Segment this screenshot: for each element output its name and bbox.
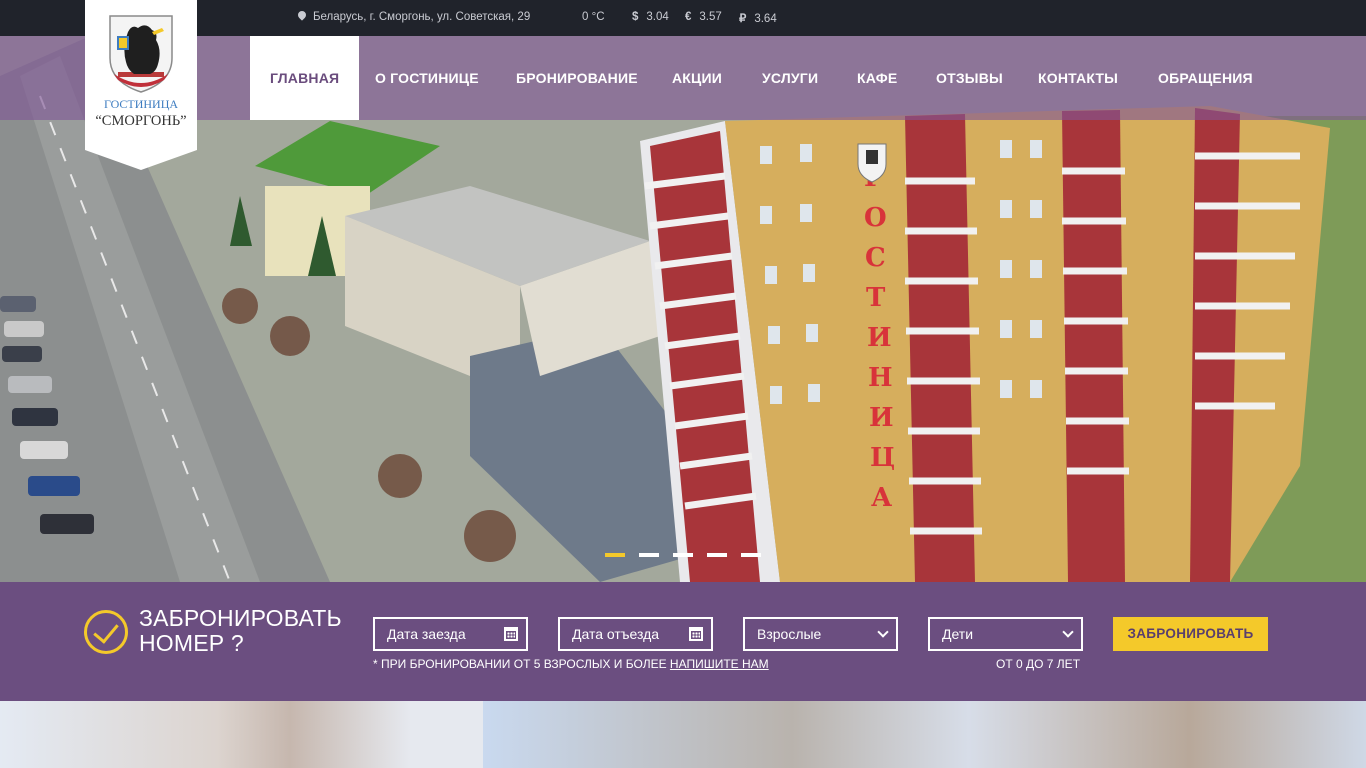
hotel-sign-letter: И [869,403,894,433]
checkmark-circle-icon [84,610,128,654]
checkin-date-field[interactable]: Дата заезда [373,617,528,651]
booking-title-line-1: ЗАБРОНИРОВАТЬ [139,605,342,631]
children-select-value: Дети [942,626,974,642]
hotel-sign-letter: С [865,243,886,273]
adults-select[interactable]: Взрослые [743,617,898,651]
nav-item-booking[interactable]: БРОНИРОВАНИЕ [516,36,638,120]
nav-item-about[interactable]: О ГОСТИНИЦЕ [375,36,479,120]
group-booking-note-text: * ПРИ БРОНИРОВАНИИ ОТ 5 ВЗРОСЛЫХ И БОЛЕЕ [373,657,670,671]
currency-eur: €3.57 [685,11,722,23]
group-booking-note: * ПРИ БРОНИРОВАНИИ ОТ 5 ВЗРОСЛЫХ И БОЛЕЕ… [373,657,769,671]
chevron-down-icon [1062,626,1074,638]
nav-item-requests[interactable]: ОБРАЩЕНИЯ [1158,36,1253,120]
main-nav: ГЛАВНАЯ О ГОСТИНИЦЕ БРОНИРОВАНИЕ АКЦИИ У… [0,36,1366,120]
children-select[interactable]: Дети [928,617,1083,651]
slider-dot-2[interactable] [639,553,659,557]
hotel-sign-letter: И [867,323,892,353]
slider-dot-4[interactable] [707,553,727,557]
top-info-bar: Беларусь, г. Сморгонь, ул. Советская, 29… [0,0,1366,36]
calendar-icon[interactable] [504,627,518,641]
nav-item-offers[interactable]: АКЦИИ [672,36,722,120]
logo-line-1: ГОСТИНИЦА [103,97,179,111]
ruble-icon: ₽ [739,13,747,25]
checkout-placeholder: Дата отъезда [572,626,660,642]
currency-usd: $3.04 [632,11,669,23]
nav-item-contacts[interactable]: КОНТАКТЫ [1038,36,1118,120]
dollar-icon: $ [632,11,639,23]
rub-rate: 3.64 [754,13,777,25]
address: Беларусь, г. Сморгонь, ул. Советская, 29 [296,9,531,23]
hotel-sign-letter: Ц [870,443,895,473]
hotel-sign-letter: А [871,483,892,513]
booking-title-line-2: НОМЕР ? [139,630,244,656]
slider-dot-5[interactable] [741,553,761,557]
checkout-date-field[interactable]: Дата отъезда [558,617,713,651]
checkin-placeholder: Дата заезда [387,626,466,642]
coat-of-arms-icon [109,15,173,93]
preview-image-1[interactable] [0,701,483,768]
hotel-sign-letter: Н [868,363,893,393]
eur-rate: 3.57 [699,11,722,23]
slider-dot-1[interactable] [605,553,625,557]
map-pin-icon [296,9,308,21]
site-logo[interactable]: ГОСТИНИЦА “СМОРГОНЬ” [85,0,197,170]
book-button[interactable]: ЗАБРОНИРОВАТЬ [1113,617,1268,651]
nav-item-home[interactable]: ГЛАВНАЯ [250,36,360,120]
preview-image-2[interactable] [483,701,1366,768]
calendar-icon[interactable] [689,627,703,641]
address-text: Беларусь, г. Сморгонь, ул. Советская, 29 [313,11,531,23]
booking-panel: ЗАБРОНИРОВАТЬ НОМЕР ? Дата заезда Дата о… [0,582,1366,701]
usd-rate: 3.04 [646,11,669,23]
booking-title: ЗАБРОНИРОВАТЬ НОМЕР ? [139,606,342,656]
hotel-sign-letter: О [864,203,887,233]
logo-line-2: “СМОРГОНЬ” [95,113,187,129]
euro-icon: € [685,11,692,23]
currency-rub: ₽3.64 [739,11,777,25]
nav-item-cafe[interactable]: КАФЕ [857,36,897,120]
adults-select-value: Взрослые [757,626,822,642]
hotel-sign-letter: Т [866,283,886,313]
slider-dot-3[interactable] [673,553,693,557]
nav-item-reviews[interactable]: ОТЗЫВЫ [936,36,1003,120]
chevron-down-icon [877,626,889,638]
contact-us-link[interactable]: НАПИШИТЕ НАМ [670,657,769,671]
page: Г О С Т И Н И Ц А Беларусь, г. Сморгонь,… [0,0,1366,768]
nav-item-services[interactable]: УСЛУГИ [762,36,818,120]
temperature: 0 °C [582,11,605,23]
children-age-note: ОТ 0 ДО 7 ЛЕТ [996,657,1081,671]
